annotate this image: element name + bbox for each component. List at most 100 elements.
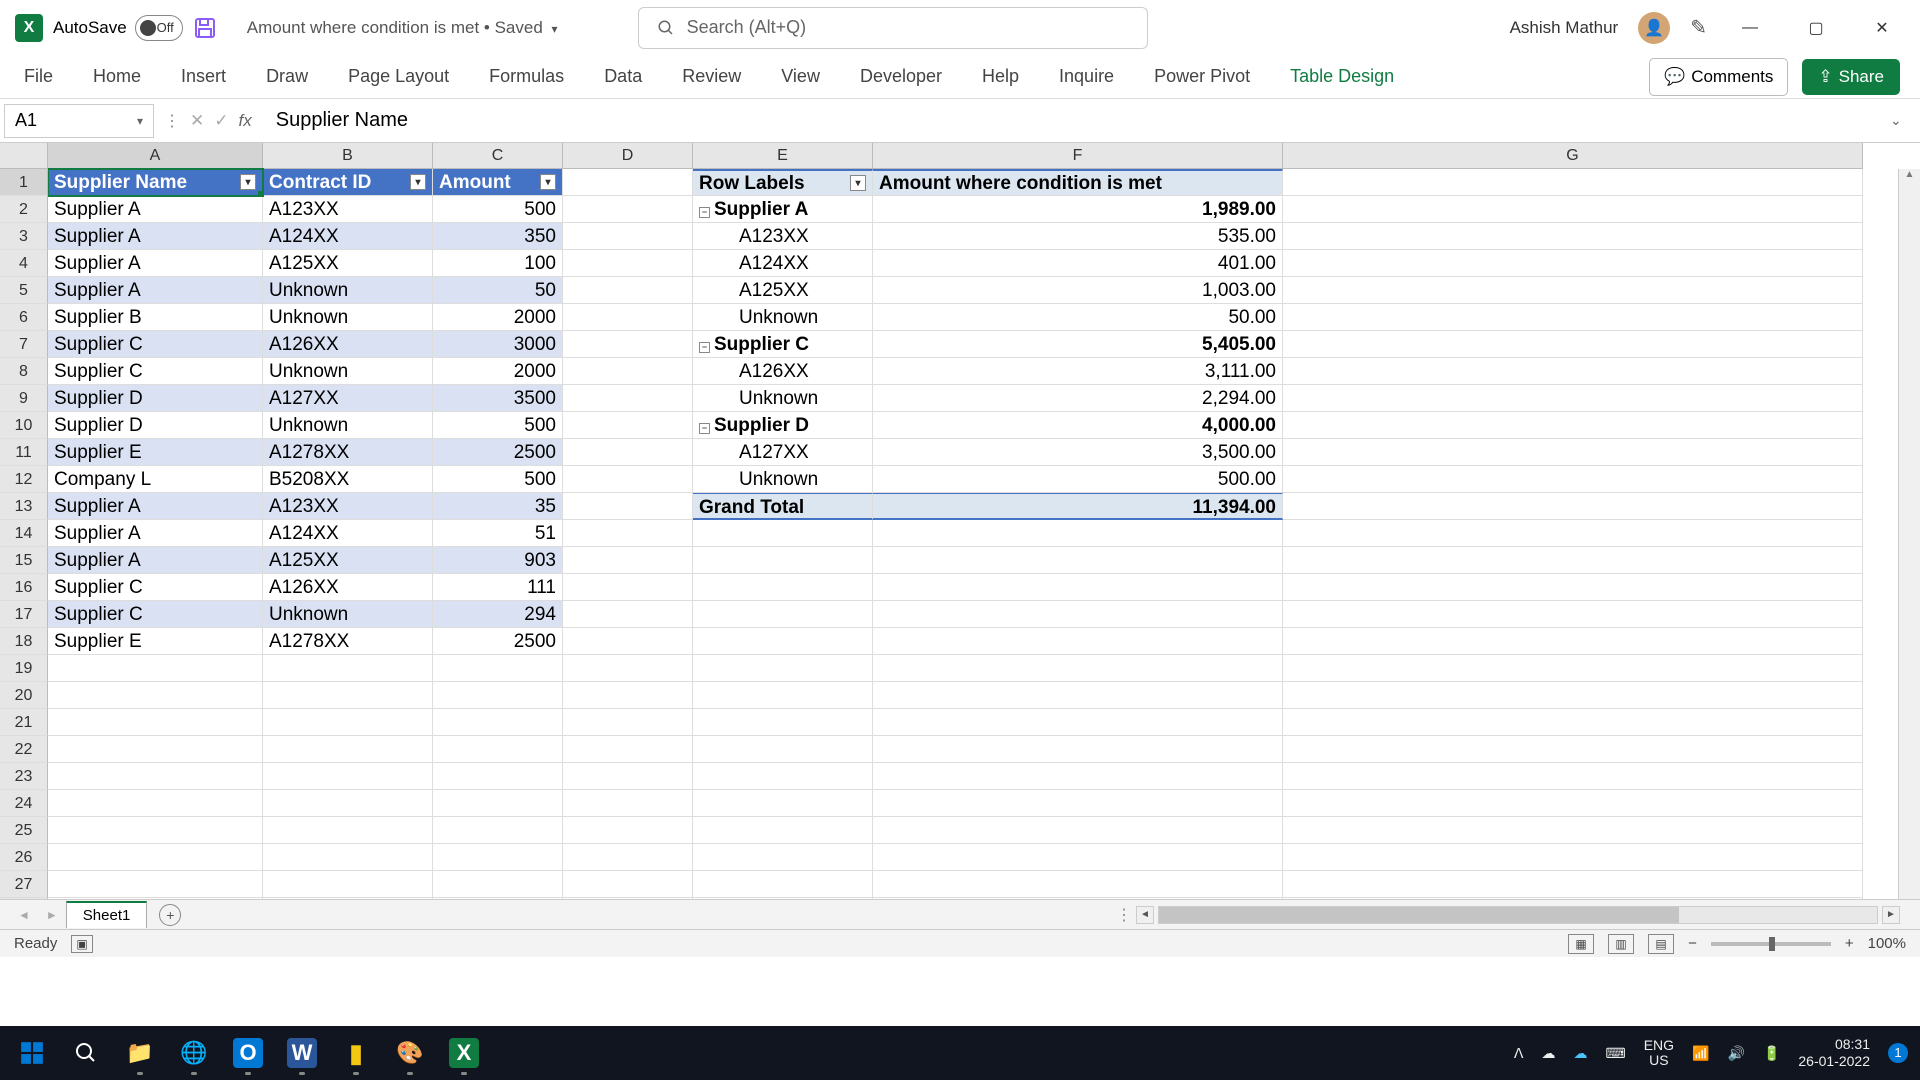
file-explorer-icon[interactable]: 📁 [120, 1033, 160, 1073]
ribbon-tab-power-pivot[interactable]: Power Pivot [1150, 58, 1254, 95]
row-header-27[interactable]: 27 [0, 871, 48, 898]
cell-B21[interactable] [263, 709, 433, 736]
document-title[interactable]: Amount where condition is met • Saved ▾ [247, 18, 558, 38]
cell-E21[interactable] [693, 709, 873, 736]
row-header-16[interactable]: 16 [0, 574, 48, 601]
normal-view-button[interactable]: ▦ [1568, 934, 1594, 954]
cell-C6[interactable]: 2000 [433, 304, 563, 331]
row-header-25[interactable]: 25 [0, 817, 48, 844]
cell-F20[interactable] [873, 682, 1283, 709]
pivot-value-10[interactable]: 4,000.00 [873, 412, 1283, 439]
cell-C8[interactable]: 2000 [433, 358, 563, 385]
cell-A3[interactable]: Supplier A [48, 223, 263, 250]
add-sheet-button[interactable]: + [159, 904, 181, 926]
cell-E26[interactable] [693, 844, 873, 871]
cell-D15[interactable] [563, 547, 693, 574]
zoom-out-button[interactable]: − [1688, 935, 1697, 952]
row-header-19[interactable]: 19 [0, 655, 48, 682]
ribbon-tab-view[interactable]: View [777, 58, 824, 95]
cell-F18[interactable] [873, 628, 1283, 655]
cell-E15[interactable] [693, 547, 873, 574]
sheet-tab-sheet1[interactable]: Sheet1 [66, 901, 148, 928]
row-header-10[interactable]: 10 [0, 412, 48, 439]
cell-G4[interactable] [1283, 250, 1863, 277]
fill-handle[interactable] [258, 191, 263, 196]
row-header-23[interactable]: 23 [0, 763, 48, 790]
column-header-F[interactable]: F [873, 143, 1283, 169]
cancel-formula-button[interactable]: ✕ [190, 111, 204, 131]
pivot-value-11[interactable]: 3,500.00 [873, 439, 1283, 466]
edge-icon[interactable]: 🌐 [174, 1033, 214, 1073]
row-header-20[interactable]: 20 [0, 682, 48, 709]
cell-D13[interactable] [563, 493, 693, 520]
cell-E17[interactable] [693, 601, 873, 628]
cell-D19[interactable] [563, 655, 693, 682]
cell-B10[interactable]: Unknown [263, 412, 433, 439]
cell-E19[interactable] [693, 655, 873, 682]
cell-A17[interactable]: Supplier C [48, 601, 263, 628]
cell-D7[interactable] [563, 331, 693, 358]
pivot-grand-total-label[interactable]: Grand Total [693, 493, 873, 520]
cell-A23[interactable] [48, 763, 263, 790]
pivot-row-label-2[interactable]: −Supplier A [693, 196, 873, 223]
cell-F23[interactable] [873, 763, 1283, 790]
cell-G14[interactable] [1283, 520, 1863, 547]
cell-A18[interactable]: Supplier E [48, 628, 263, 655]
column-header-A[interactable]: A [48, 143, 263, 169]
ribbon-tab-home[interactable]: Home [89, 58, 145, 95]
pivot-row-label-7[interactable]: −Supplier C [693, 331, 873, 358]
cell-G1[interactable] [1283, 169, 1863, 196]
cell-D9[interactable] [563, 385, 693, 412]
cell-B16[interactable]: A126XX [263, 574, 433, 601]
cell-G25[interactable] [1283, 817, 1863, 844]
cell-A24[interactable] [48, 790, 263, 817]
volume-icon[interactable]: 🔊 [1728, 1045, 1745, 1062]
cell-B2[interactable]: A123XX [263, 196, 433, 223]
cell-A1[interactable]: Supplier Name▾ [48, 169, 263, 196]
row-header-12[interactable]: 12 [0, 466, 48, 493]
cell-C18[interactable]: 2500 [433, 628, 563, 655]
cell-D3[interactable] [563, 223, 693, 250]
cell-C4[interactable]: 100 [433, 250, 563, 277]
pivot-value-header[interactable]: Amount where condition is met [873, 169, 1283, 196]
row-header-2[interactable]: 2 [0, 196, 48, 223]
cell-A26[interactable] [48, 844, 263, 871]
cell-B11[interactable]: A1278XX [263, 439, 433, 466]
cell-D12[interactable] [563, 466, 693, 493]
cell-G9[interactable] [1283, 385, 1863, 412]
column-header-C[interactable]: C [433, 143, 563, 169]
tray-chevron-icon[interactable]: ᐱ [1514, 1045, 1524, 1062]
onedrive-icon[interactable]: ☁ [1542, 1045, 1556, 1062]
column-header-D[interactable]: D [563, 143, 693, 169]
row-header-24[interactable]: 24 [0, 790, 48, 817]
pivot-value-9[interactable]: 2,294.00 [873, 385, 1283, 412]
cell-A5[interactable]: Supplier A [48, 277, 263, 304]
cell-A27[interactable] [48, 871, 263, 898]
accept-formula-button[interactable]: ✓ [214, 111, 228, 131]
pivot-value-8[interactable]: 3,111.00 [873, 358, 1283, 385]
fx-icon[interactable]: fx [239, 111, 252, 131]
cell-G24[interactable] [1283, 790, 1863, 817]
pivot-row-label-11[interactable]: A127XX [693, 439, 873, 466]
cell-C22[interactable] [433, 736, 563, 763]
ribbon-tab-formulas[interactable]: Formulas [485, 58, 568, 95]
expand-formula-bar-button[interactable]: ⌄ [1890, 112, 1916, 129]
cell-G13[interactable] [1283, 493, 1863, 520]
cell-C20[interactable] [433, 682, 563, 709]
row-header-18[interactable]: 18 [0, 628, 48, 655]
cell-G6[interactable] [1283, 304, 1863, 331]
cell-D18[interactable] [563, 628, 693, 655]
cell-G16[interactable] [1283, 574, 1863, 601]
cell-C24[interactable] [433, 790, 563, 817]
pivot-row-label-3[interactable]: A123XX [693, 223, 873, 250]
ribbon-tab-page-layout[interactable]: Page Layout [344, 58, 453, 95]
cell-F22[interactable] [873, 736, 1283, 763]
cell-G10[interactable] [1283, 412, 1863, 439]
cell-C17[interactable]: 294 [433, 601, 563, 628]
cell-D17[interactable] [563, 601, 693, 628]
name-box[interactable]: A1 ▾ [4, 104, 154, 138]
cell-E23[interactable] [693, 763, 873, 790]
cell-B8[interactable]: Unknown [263, 358, 433, 385]
cell-G15[interactable] [1283, 547, 1863, 574]
cell-E22[interactable] [693, 736, 873, 763]
